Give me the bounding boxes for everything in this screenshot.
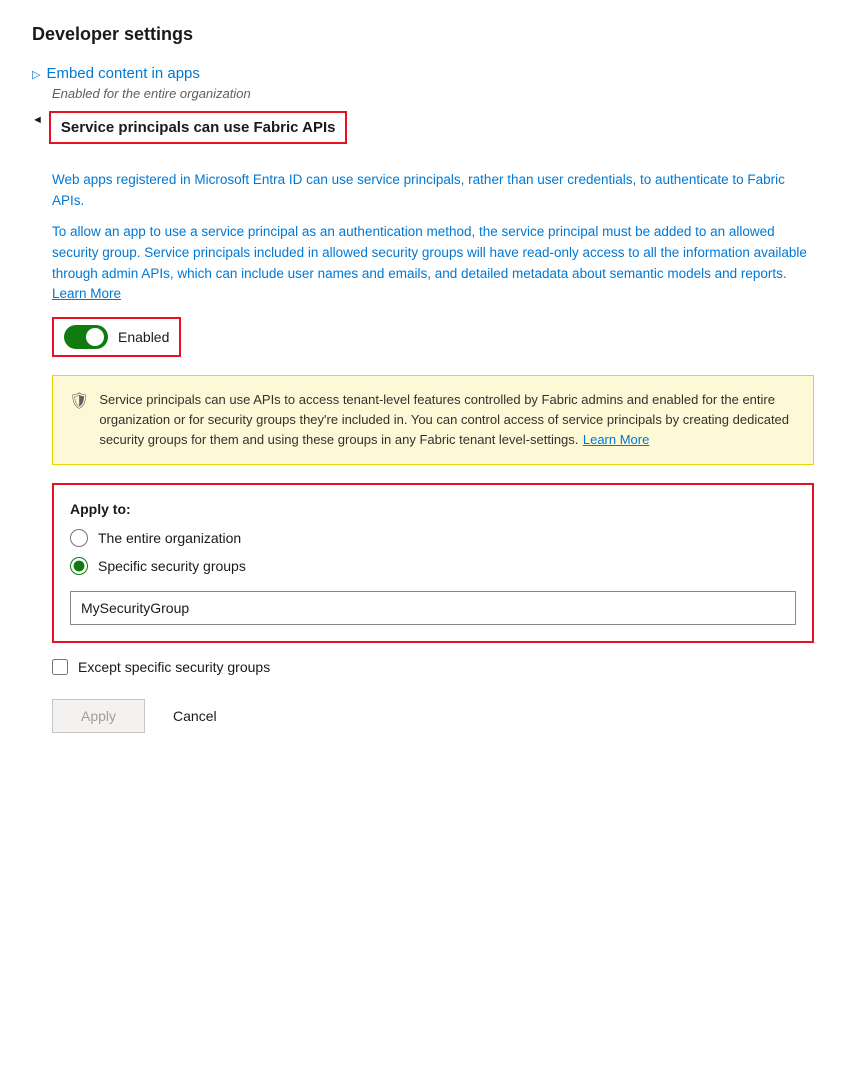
except-row[interactable]: Except specific security groups <box>52 659 814 675</box>
embed-content-title[interactable]: Embed content in apps <box>46 65 199 82</box>
apply-to-label: Apply to: <box>70 501 796 517</box>
service-principals-title-box[interactable]: Service principals can use Fabric APIs <box>49 111 348 144</box>
page-title: Developer settings <box>32 24 814 45</box>
radio-specific-groups[interactable] <box>70 557 88 575</box>
section-embed-content: ▷ Embed content in apps Enabled for the … <box>32 65 814 101</box>
except-label: Except specific security groups <box>78 659 270 675</box>
apply-to-container: Apply to: The entire organization Specif… <box>52 483 814 643</box>
radio-entire-org[interactable] <box>70 529 88 547</box>
warning-box: 🛡 Service principals can use APIs to acc… <box>52 375 814 465</box>
toggle-container: Enabled <box>52 317 181 357</box>
learn-more-link-desc[interactable]: Learn More <box>52 286 121 301</box>
radio-specific-groups-label: Specific security groups <box>98 558 246 574</box>
action-row: Apply Cancel <box>52 699 814 733</box>
section-service-principals: ◄ Service principals can use Fabric APIs… <box>32 111 814 733</box>
except-checkbox[interactable] <box>52 659 68 675</box>
security-group-input[interactable] <box>70 591 796 625</box>
description-2-block: To allow an app to use a service princip… <box>52 222 814 303</box>
cancel-button[interactable]: Cancel <box>161 700 229 732</box>
warning-learn-more-link[interactable]: Learn More <box>583 432 649 447</box>
radio-specific-groups-row[interactable]: Specific security groups <box>70 557 796 575</box>
description-2-text: To allow an app to use a service princip… <box>52 224 807 281</box>
warning-text: Service principals can use APIs to acces… <box>99 392 789 447</box>
apply-button[interactable]: Apply <box>52 699 145 733</box>
chevron-down-icon[interactable]: ◄ <box>32 114 43 126</box>
chevron-right-icon[interactable]: ▷ <box>32 68 40 81</box>
toggle-switch[interactable] <box>64 325 108 349</box>
radio-entire-org-row[interactable]: The entire organization <box>70 529 796 547</box>
description-1: Web apps registered in Microsoft Entra I… <box>52 170 814 212</box>
radio-entire-org-label: The entire organization <box>98 530 241 546</box>
toggle-label: Enabled <box>118 329 169 345</box>
embed-content-subtitle: Enabled for the entire organization <box>52 86 814 101</box>
warning-shield-icon: 🛡 <box>69 391 89 411</box>
